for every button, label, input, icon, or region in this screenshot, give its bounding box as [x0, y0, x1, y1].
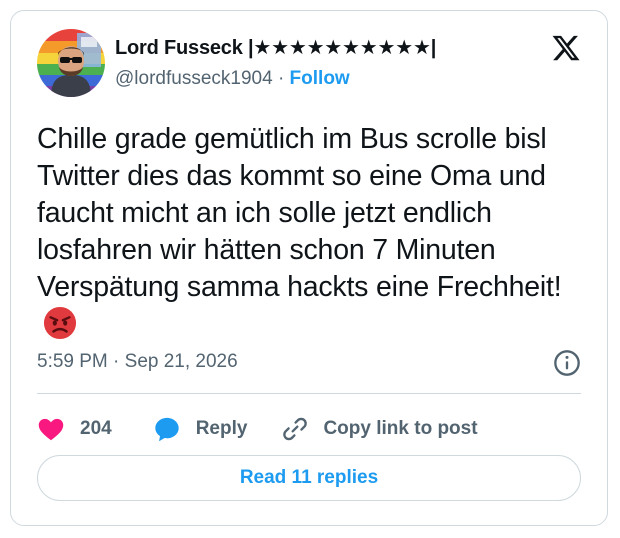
tweet-body: Chille grade gemütlich im Bus scrolle bi…: [37, 123, 562, 303]
tweet-text: Chille grade gemütlich im Bus scrolle bi…: [37, 121, 597, 344]
like-count: 204: [80, 418, 112, 439]
author-handle-row: @lordfusseck1904 · Follow: [115, 68, 350, 90]
read-replies-label: Read 11 replies: [239, 467, 379, 488]
separator-dot: ·: [277, 68, 285, 89]
tweet-timestamp[interactable]: 5:59 PM · Sep 21, 2026: [37, 351, 238, 373]
follow-button[interactable]: Follow: [290, 68, 350, 89]
copy-link-button[interactable]: Copy link to post: [281, 415, 478, 443]
copy-link-label: Copy link to post: [323, 418, 478, 439]
reply-label: Reply: [195, 418, 248, 439]
avatar[interactable]: [37, 29, 105, 97]
divider: [37, 393, 581, 394]
pride-avatar-icon: [37, 29, 105, 97]
reply-bubble-icon: [155, 417, 179, 442]
heart-icon: [38, 418, 64, 441]
action-bar: 204 Reply Copy link to post: [37, 409, 478, 449]
x-logo-icon[interactable]: [551, 33, 581, 63]
author-handle[interactable]: @lordfusseck1904: [115, 68, 273, 89]
embedded-tweet-card: Lord Fusseck |★★★★★★★★★★| @lordfusseck19…: [10, 10, 608, 526]
like-button[interactable]: 204: [37, 415, 112, 443]
author-display-name[interactable]: Lord Fusseck |★★★★★★★★★★|: [115, 35, 436, 60]
link-icon: [283, 417, 308, 441]
read-replies-button[interactable]: Read 11 replies: [37, 455, 581, 501]
info-icon[interactable]: [553, 349, 581, 377]
angry-face-emoji: [43, 306, 77, 340]
reply-button[interactable]: Reply: [153, 415, 248, 443]
